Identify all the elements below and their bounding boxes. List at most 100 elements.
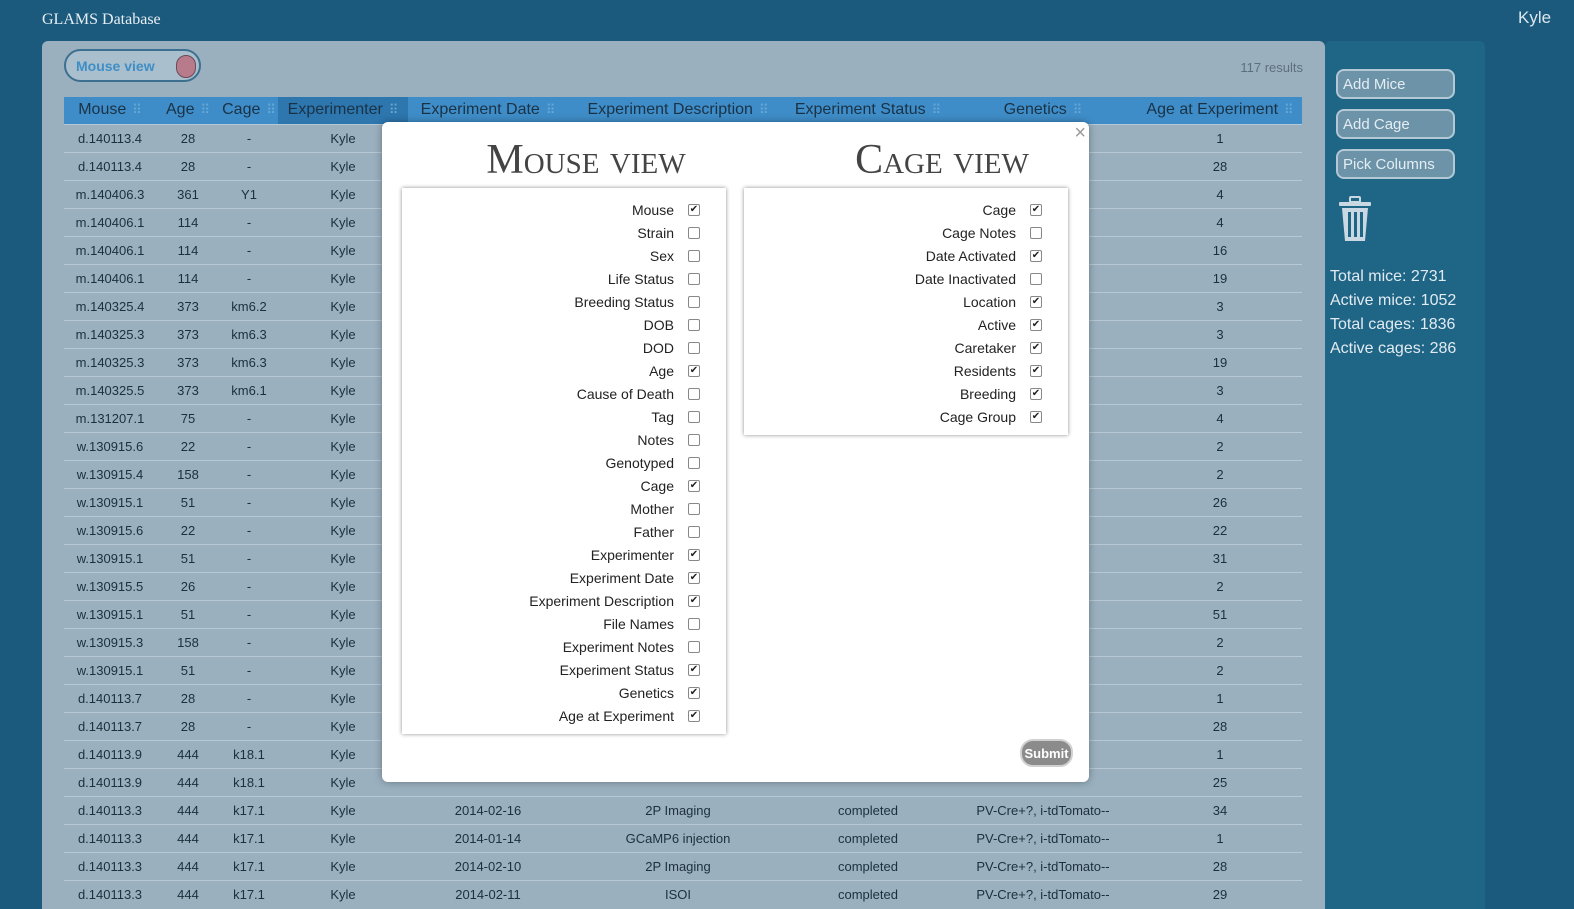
column-header[interactable]: Age at Experiment ⠿ <box>1138 97 1302 124</box>
drag-handle-icon[interactable]: ⠿ <box>1073 102 1083 117</box>
field-option[interactable]: Active ✔ <box>744 313 1068 336</box>
field-option[interactable]: Tag <box>402 405 726 428</box>
table-cell: w.130915.1 <box>64 599 156 628</box>
table-row[interactable]: d.140113.3 444 k17.1 Kyle 2014-02-16 2P Imagi… <box>64 795 1302 824</box>
field-option[interactable]: Cage ✔ <box>744 198 1068 221</box>
field-checkbox[interactable]: ✔ <box>688 480 700 492</box>
field-option[interactable]: Genotyped <box>402 451 726 474</box>
column-header[interactable]: Experimenter ⠿ <box>278 97 408 124</box>
field-checkbox[interactable]: ✔ <box>688 595 700 607</box>
field-checkbox[interactable] <box>688 250 700 262</box>
field-option[interactable]: Cage Group ✔ <box>744 405 1068 428</box>
user-name[interactable]: Kyle <box>1518 8 1551 28</box>
field-option[interactable]: Location ✔ <box>744 290 1068 313</box>
field-option[interactable]: Mouse ✔ <box>402 198 726 221</box>
field-checkbox[interactable]: ✔ <box>688 204 700 216</box>
field-label: Cause of Death <box>576 386 674 402</box>
drag-handle-icon[interactable]: ⠿ <box>132 102 142 117</box>
field-checkbox[interactable] <box>688 618 700 630</box>
column-header[interactable]: Experiment Description ⠿ <box>568 97 788 124</box>
field-checkbox[interactable]: ✔ <box>688 365 700 377</box>
field-checkbox[interactable]: ✔ <box>1030 319 1042 331</box>
field-checkbox[interactable] <box>688 457 700 469</box>
field-checkbox[interactable] <box>688 388 700 400</box>
field-option[interactable]: Life Status <box>402 267 726 290</box>
field-option[interactable]: Age ✔ <box>402 359 726 382</box>
field-checkbox[interactable]: ✔ <box>688 572 700 584</box>
field-option[interactable]: Age at Experiment ✔ <box>402 704 726 727</box>
trash-icon[interactable] <box>1337 196 1373 247</box>
drag-handle-icon[interactable]: ⠿ <box>266 102 276 117</box>
field-checkbox[interactable]: ✔ <box>1030 365 1042 377</box>
pick-columns-button[interactable]: Pick Columns <box>1336 149 1455 179</box>
drag-handle-icon[interactable]: ⠿ <box>546 102 556 117</box>
field-checkbox[interactable] <box>688 296 700 308</box>
field-option[interactable]: Genetics ✔ <box>402 681 726 704</box>
field-option[interactable]: Strain <box>402 221 726 244</box>
table-row[interactable]: d.140113.3 444 k17.1 Kyle 2014-02-10 2P Imagi… <box>64 851 1302 880</box>
field-checkbox[interactable] <box>688 411 700 423</box>
drag-handle-icon[interactable]: ⠿ <box>1284 102 1294 117</box>
field-option[interactable]: Cause of Death <box>402 382 726 405</box>
field-option[interactable]: Caretaker ✔ <box>744 336 1068 359</box>
drag-handle-icon[interactable]: ⠿ <box>389 102 399 117</box>
column-header[interactable]: Experiment Date ⠿ <box>408 97 568 124</box>
drag-handle-icon[interactable]: ⠿ <box>932 102 942 117</box>
field-option[interactable]: Date Activated ✔ <box>744 244 1068 267</box>
field-label: Cage <box>982 202 1016 218</box>
field-checkbox[interactable]: ✔ <box>688 687 700 699</box>
field-checkbox[interactable]: ✔ <box>688 710 700 722</box>
field-option[interactable]: Experimenter ✔ <box>402 543 726 566</box>
field-checkbox[interactable]: ✔ <box>1030 296 1042 308</box>
field-option[interactable]: Residents ✔ <box>744 359 1068 382</box>
field-checkbox[interactable]: ✔ <box>688 664 700 676</box>
field-option[interactable]: Experiment Status ✔ <box>402 658 726 681</box>
field-option[interactable]: Cage ✔ <box>402 474 726 497</box>
field-option[interactable]: Experiment Description ✔ <box>402 589 726 612</box>
field-checkbox[interactable] <box>1030 273 1042 285</box>
add-mice-button[interactable]: Add Mice <box>1336 69 1455 99</box>
field-checkbox[interactable]: ✔ <box>1030 388 1042 400</box>
column-header[interactable]: Mouse ⠿ <box>64 97 156 124</box>
field-checkbox[interactable] <box>688 319 700 331</box>
field-option[interactable]: Experiment Date ✔ <box>402 566 726 589</box>
field-checkbox[interactable] <box>688 434 700 446</box>
view-toggle[interactable]: Mouse view <box>64 49 201 82</box>
table-row[interactable]: d.140113.3 444 k17.1 Kyle 2014-01-14 GCaMP6 i… <box>64 823 1302 852</box>
field-option[interactable]: Date Inactivated <box>744 267 1068 290</box>
field-checkbox[interactable]: ✔ <box>1030 204 1042 216</box>
column-header[interactable]: Cage ⠿ <box>220 97 278 124</box>
field-option[interactable]: File Names <box>402 612 726 635</box>
field-option[interactable]: Breeding ✔ <box>744 382 1068 405</box>
field-option[interactable]: Notes <box>402 428 726 451</box>
field-option[interactable]: Breeding Status <box>402 290 726 313</box>
add-cage-button[interactable]: Add Cage <box>1336 109 1455 139</box>
field-label: Breeding Status <box>574 294 674 310</box>
field-checkbox[interactable] <box>688 503 700 515</box>
field-option[interactable]: Sex <box>402 244 726 267</box>
field-checkbox[interactable] <box>1030 227 1042 239</box>
field-option[interactable]: Father <box>402 520 726 543</box>
drag-handle-icon[interactable]: ⠿ <box>200 102 210 117</box>
submit-button[interactable]: Submit <box>1020 739 1073 767</box>
field-option[interactable]: Cage Notes <box>744 221 1068 244</box>
field-checkbox[interactable] <box>688 227 700 239</box>
table-row[interactable]: d.140113.3 444 k17.1 Kyle 2014-02-11 ISOI comp… <box>64 879 1302 908</box>
column-header[interactable]: Genetics ⠿ <box>948 97 1138 124</box>
field-option[interactable]: DOD <box>402 336 726 359</box>
toggle-knob[interactable] <box>176 55 196 78</box>
field-checkbox[interactable] <box>688 273 700 285</box>
column-header[interactable]: Experiment Status ⠿ <box>788 97 948 124</box>
field-checkbox[interactable]: ✔ <box>1030 411 1042 423</box>
field-checkbox[interactable]: ✔ <box>1030 342 1042 354</box>
field-checkbox[interactable] <box>688 526 700 538</box>
column-header[interactable]: Age ⠿ <box>156 97 220 124</box>
field-option[interactable]: Mother <box>402 497 726 520</box>
field-checkbox[interactable]: ✔ <box>1030 250 1042 262</box>
field-checkbox[interactable] <box>688 342 700 354</box>
field-checkbox[interactable]: ✔ <box>688 549 700 561</box>
field-checkbox[interactable] <box>688 641 700 653</box>
field-option[interactable]: DOB <box>402 313 726 336</box>
drag-handle-icon[interactable]: ⠿ <box>759 102 769 117</box>
field-option[interactable]: Experiment Notes <box>402 635 726 658</box>
